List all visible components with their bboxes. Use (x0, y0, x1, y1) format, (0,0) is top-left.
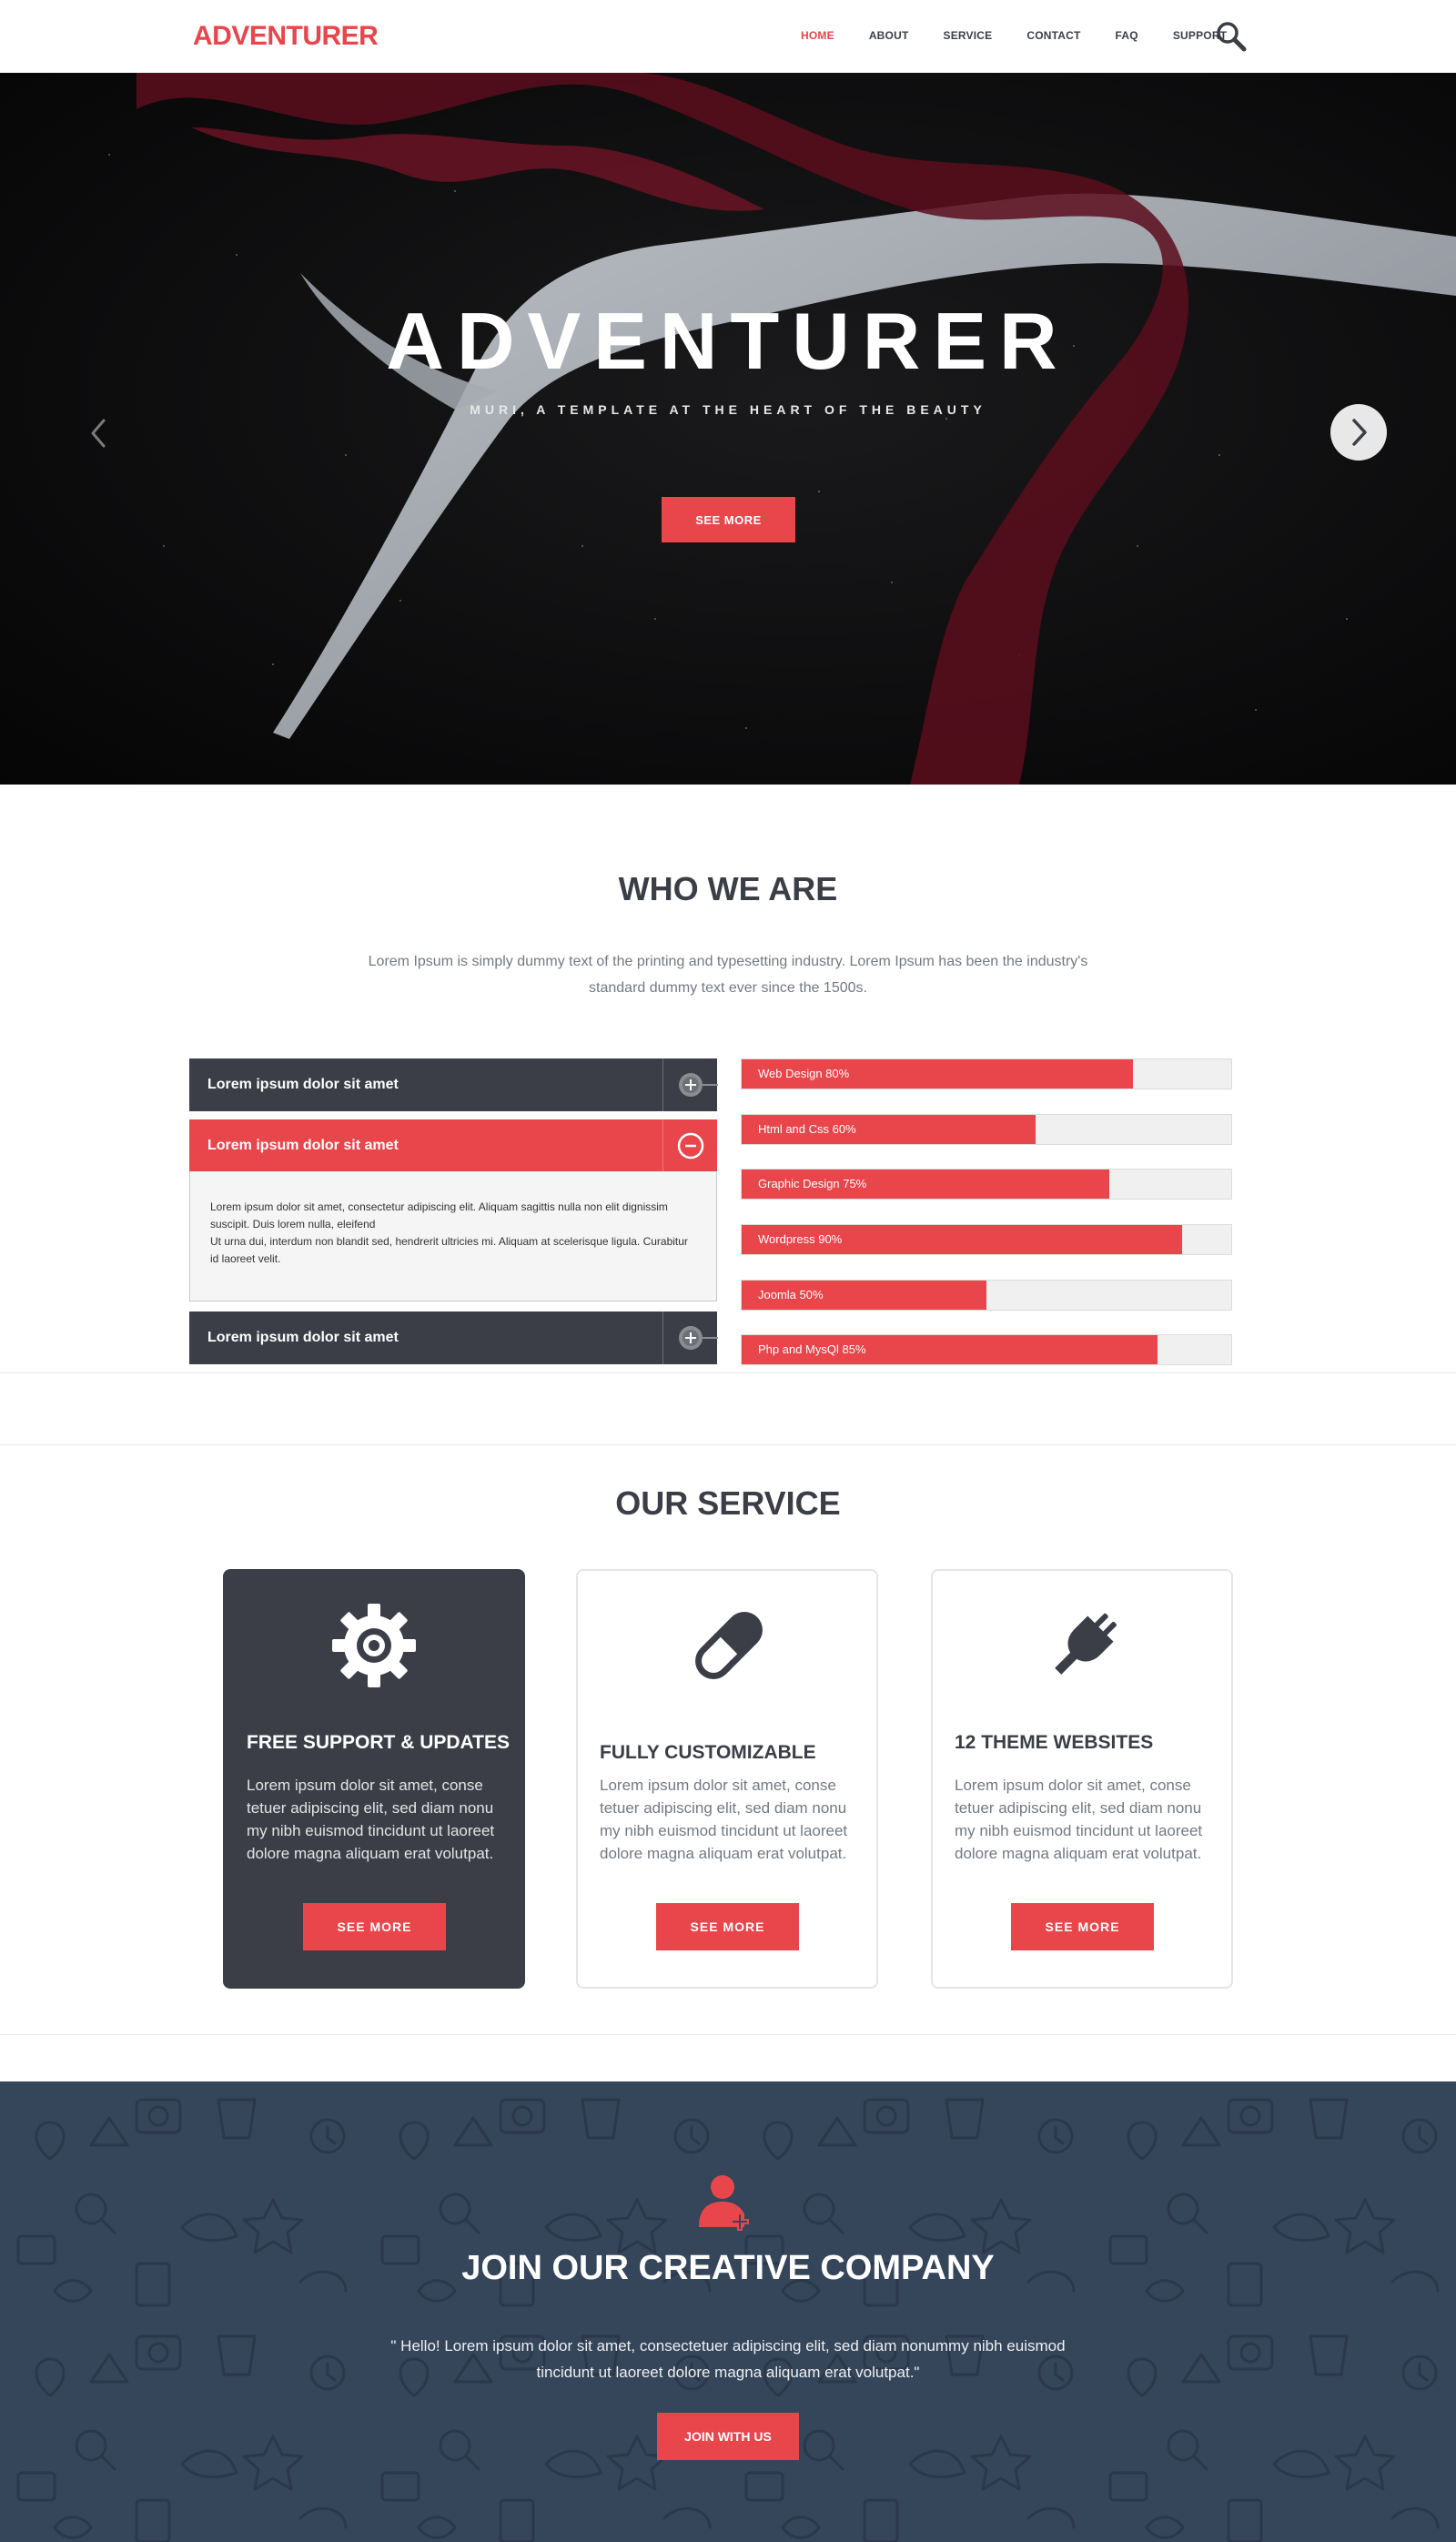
plug-icon (933, 1598, 1231, 1689)
accordion-item-3[interactable]: Lorem ipsum dolor sit amet (189, 1312, 718, 1364)
card-text: Lorem ipsum dolor sit amet, conse tetuer… (600, 1777, 848, 1862)
nav-contact[interactable]: CONTACT (1026, 27, 1080, 44)
accordion-label: Lorem ipsum dolor sit amet (207, 1138, 399, 1153)
search-icon[interactable] (1215, 20, 1248, 53)
chevron-left-icon[interactable] (80, 406, 116, 461)
section-divider (0, 2034, 1456, 2035)
nav-about[interactable]: ABOUT (869, 27, 909, 44)
our-service-title: OUR SERVICE (615, 1484, 841, 1522)
service-card-customizable: FULLY CUSTOMIZABLE Lorem ipsum dolor sit… (576, 1569, 878, 1989)
accordion-label: Lorem ipsum dolor sit amet (207, 1077, 399, 1092)
who-we-are-intro: Lorem Ipsum is simply dummy text of the … (368, 954, 1088, 996)
gear-icon (225, 1598, 523, 1689)
card-text: Lorem ipsum dolor sit amet, conse tetuer… (955, 1777, 1203, 1862)
skill-label: Php and MysQl 85% (758, 1342, 866, 1356)
expand-icon[interactable] (662, 1312, 718, 1364)
site-header: ADVENTURER HOME ABOUT SERVICE CONTACT FA… (0, 0, 1456, 73)
skill-label: Wordpress 90% (758, 1232, 843, 1246)
card-title: FREE SUPPORT & UPDATES (247, 1732, 510, 1753)
join-section: JOIN OUR CREATIVE COMPANY " Hello! Lorem… (0, 2081, 1456, 2542)
section-divider (0, 1444, 1456, 1445)
skill-label: Html and Css 60% (758, 1122, 856, 1136)
see-more-button[interactable]: SEE MORE (656, 1903, 799, 1950)
accordion-body: Lorem ipsum dolor sit amet, consectetur … (189, 1171, 717, 1301)
service-card-themes: 12 THEME WEBSITES Lorem ipsum dolor sit … (931, 1569, 1233, 1989)
skill-bar: Web Design 80% (741, 1058, 1232, 1089)
join-title: JOIN OUR CREATIVE COMPANY (461, 2249, 995, 2287)
skill-bar: Wordpress 90% (741, 1224, 1232, 1255)
section-divider (0, 1372, 1456, 1373)
skill-bar: Joomla 50% (741, 1280, 1232, 1311)
pattern-background (0, 2081, 1456, 2542)
card-title: 12 THEME WEBSITES (955, 1732, 1154, 1753)
expand-icon[interactable] (662, 1058, 718, 1111)
logo[interactable]: ADVENTURER (193, 20, 379, 53)
hero-subtitle: MURI, A TEMPLATE AT THE HEART OF THE BEA… (470, 402, 986, 417)
accordion-item-1[interactable]: Lorem ipsum dolor sit amet (189, 1058, 718, 1111)
accordion-label: Lorem ipsum dolor sit amet (207, 1330, 399, 1345)
nav-home[interactable]: HOME (801, 27, 834, 44)
service-card-support: FREE SUPPORT & UPDATES Lorem ipsum dolor… (223, 1569, 525, 1989)
see-more-button[interactable]: SEE MORE (303, 1903, 446, 1950)
skill-label: Graphic Design 75% (758, 1177, 867, 1190)
nav-faq[interactable]: FAQ (1116, 27, 1138, 44)
nav-service[interactable]: SERVICE (943, 27, 992, 44)
accordion-item-2[interactable]: Lorem ipsum dolor sit amet (189, 1119, 717, 1172)
who-we-are-title: WHO WE ARE (618, 870, 838, 907)
card-text: Lorem ipsum dolor sit amet, conse tetuer… (247, 1777, 495, 1862)
skill-bar: Php and MysQl 85% (741, 1334, 1232, 1365)
hero-title: ADVENTURER (386, 296, 1070, 386)
skill-bar: Html and Css 60% (741, 1114, 1232, 1145)
chevron-right-icon[interactable] (1330, 404, 1387, 461)
skill-label: Web Design 80% (758, 1067, 850, 1080)
add-user-icon (695, 2171, 759, 2234)
hero-see-more-button[interactable]: SEE MORE (662, 497, 795, 542)
main-nav: HOME ABOUT SERVICE CONTACT FAQ SUPPORT (801, 27, 1261, 44)
collapse-icon[interactable] (662, 1119, 717, 1172)
card-title: FULLY CUSTOMIZABLE (600, 1742, 816, 1763)
accordion-body-paragraph: Lorem ipsum dolor sit amet, consectetur … (210, 1200, 668, 1230)
join-text: " Hello! Lorem ipsum dolor sit amet, con… (390, 2337, 1066, 2381)
hero-background-image (108, 73, 1456, 785)
see-more-button[interactable]: SEE MORE (1011, 1903, 1154, 1950)
skill-bar: Graphic Design 75% (741, 1169, 1232, 1200)
accordion-body-paragraph: Ut urna dui, interdum non blandit sed, h… (210, 1235, 688, 1265)
pill-icon (578, 1598, 876, 1689)
skill-label: Joomla 50% (758, 1288, 824, 1301)
join-with-us-button[interactable]: JOIN WITH US (657, 2413, 799, 2460)
hero-slider: ADVENTURER MURI, A TEMPLATE AT THE HEART… (0, 73, 1456, 785)
